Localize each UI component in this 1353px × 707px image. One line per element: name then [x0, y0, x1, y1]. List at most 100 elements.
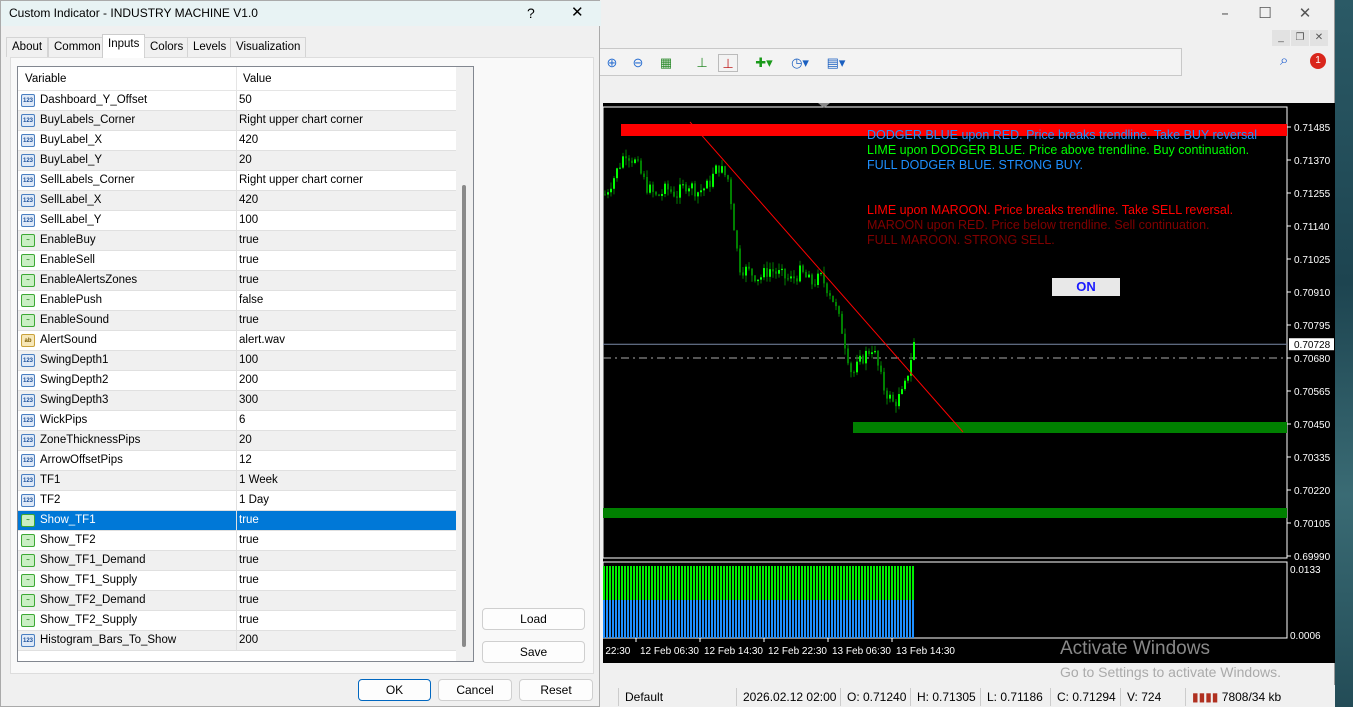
input-row[interactable]: 123 WickPips 6: [18, 411, 456, 431]
periods-clock-icon[interactable]: ◷▾: [790, 54, 810, 72]
input-row[interactable]: 123 SwingDepth3 300: [18, 391, 456, 411]
input-row[interactable]: ab AlertSound alert.wav: [18, 331, 456, 351]
help-button[interactable]: ?: [527, 1, 535, 25]
variable-name: Show_TF2_Demand: [40, 594, 146, 606]
dialog-close-button[interactable]: ✕: [571, 1, 584, 25]
search-icon[interactable]: ⌕: [1280, 52, 1288, 69]
variable-value[interactable]: false: [239, 291, 263, 310]
variable-value[interactable]: true: [239, 591, 259, 610]
load-button[interactable]: Load: [482, 608, 585, 630]
candle-body: [616, 168, 618, 179]
column-variable[interactable]: Variable: [25, 73, 66, 85]
variable-value[interactable]: 50: [239, 91, 252, 110]
mdi-restore-button[interactable]: ❐: [1291, 30, 1309, 46]
variable-value[interactable]: true: [239, 311, 259, 330]
candle-body: [763, 268, 765, 278]
input-row[interactable]: ~ Show_TF2 true: [18, 531, 456, 551]
variable-value[interactable]: 420: [239, 131, 258, 150]
add-indicator-icon[interactable]: ✚▾: [754, 54, 774, 72]
input-row[interactable]: 123 SellLabel_Y 100: [18, 211, 456, 231]
zoom-in-icon[interactable]: ⊕: [602, 54, 622, 72]
input-row[interactable]: ~ Show_TF2_Demand true: [18, 591, 456, 611]
variable-value[interactable]: true: [239, 551, 259, 570]
autoscroll-icon[interactable]: ⊥: [718, 54, 738, 72]
variable-value[interactable]: 6: [239, 411, 245, 430]
histogram-bar-top: [816, 566, 818, 600]
input-row[interactable]: ~ Show_TF1_Supply true: [18, 571, 456, 591]
input-row[interactable]: 123 Dashboard_Y_Offset 50: [18, 91, 456, 111]
chart-shift-icon[interactable]: ⊥: [692, 54, 712, 72]
input-row[interactable]: 123 SellLabels_Corner Right upper chart co…: [18, 171, 456, 191]
variable-value[interactable]: true: [239, 571, 259, 590]
mdi-close-button[interactable]: ✕: [1310, 30, 1328, 46]
reset-button[interactable]: Reset: [519, 679, 593, 701]
input-row[interactable]: ~ Show_TF2_Supply true: [18, 611, 456, 631]
variable-value[interactable]: 200: [239, 371, 258, 390]
variable-value[interactable]: 100: [239, 351, 258, 370]
input-row[interactable]: ~ Show_TF1 true: [18, 511, 456, 531]
notification-badge[interactable]: 1: [1310, 53, 1326, 69]
save-button[interactable]: Save: [482, 641, 585, 663]
input-row[interactable]: ~ EnableSell true: [18, 251, 456, 271]
variable-value[interactable]: true: [239, 251, 259, 270]
input-row[interactable]: 123 SwingDepth2 200: [18, 371, 456, 391]
input-row[interactable]: ~ EnableAlertsZones true: [18, 271, 456, 291]
candle-body: [766, 268, 768, 277]
tab-inputs[interactable]: Inputs: [102, 34, 146, 58]
variable-value[interactable]: 420: [239, 191, 258, 210]
tile-windows-icon[interactable]: ▦: [656, 54, 676, 72]
input-row[interactable]: ~ EnableSound true: [18, 311, 456, 331]
variable-value[interactable]: 1 Day: [239, 491, 269, 510]
variable-value[interactable]: true: [239, 231, 259, 250]
input-row[interactable]: 123 BuyLabel_X 420: [18, 131, 456, 151]
price-chart[interactable]: 0.71485 0.71370 0.71255 0.71140 0.71025 0.709…: [596, 103, 1335, 663]
input-row[interactable]: 123 TF1 1 Week: [18, 471, 456, 491]
variable-value[interactable]: true: [239, 611, 259, 630]
variable-value[interactable]: 20: [239, 431, 252, 450]
input-row[interactable]: ~ Show_TF1_Demand true: [18, 551, 456, 571]
variable-value[interactable]: alert.wav: [239, 331, 285, 350]
input-row[interactable]: ~ EnableBuy true: [18, 231, 456, 251]
tab-colors[interactable]: Colors: [144, 37, 190, 57]
close-window-button[interactable]: ✕: [1295, 4, 1315, 22]
input-row[interactable]: 123 ZoneThicknessPips 20: [18, 431, 456, 451]
input-row[interactable]: ~ EnablePush false: [18, 291, 456, 311]
input-row[interactable]: 123 TF2 1 Day: [18, 491, 456, 511]
minimize-button[interactable]: –: [1215, 4, 1235, 22]
variable-value[interactable]: 200: [239, 631, 258, 650]
input-row[interactable]: 123 ArrowOffsetPips 12: [18, 451, 456, 471]
variable-value[interactable]: Right upper chart corner: [239, 171, 363, 190]
cancel-button[interactable]: Cancel: [438, 679, 512, 701]
column-value[interactable]: Value: [243, 73, 272, 85]
maximize-button[interactable]: ☐: [1255, 4, 1275, 22]
input-row[interactable]: 123 BuyLabels_Corner Right upper chart cor…: [18, 111, 456, 131]
inputs-table: Variable Value 123 Dashboard_Y_Offset 50 12…: [17, 66, 474, 662]
tab-about[interactable]: About: [6, 37, 49, 57]
tab-visualization[interactable]: Visualization: [230, 37, 307, 57]
variable-value[interactable]: 300: [239, 391, 258, 410]
variable-value[interactable]: 12: [239, 451, 252, 470]
variable-value[interactable]: true: [239, 531, 259, 550]
variable-value[interactable]: true: [239, 511, 259, 530]
input-row[interactable]: 123 SellLabel_X 420: [18, 191, 456, 211]
templates-icon[interactable]: ▤▾: [826, 54, 846, 72]
candle-body: [646, 177, 648, 193]
variable-value[interactable]: 20: [239, 151, 252, 170]
scrollbar-thumb[interactable]: [462, 185, 466, 647]
tab-common[interactable]: Common: [48, 37, 107, 57]
on-toggle-button[interactable]: ON: [1052, 278, 1120, 296]
zoom-out-icon[interactable]: ⊖: [628, 54, 648, 72]
column-divider: [236, 611, 237, 631]
variable-value[interactable]: 100: [239, 211, 258, 230]
input-row[interactable]: 123 SwingDepth1 100: [18, 351, 456, 371]
mdi-minimize-button[interactable]: _: [1272, 30, 1290, 46]
input-row[interactable]: 123 BuyLabel_Y 20: [18, 151, 456, 171]
input-row[interactable]: 123 Histogram_Bars_To_Show 200: [18, 631, 456, 651]
histogram-bar-top: [798, 566, 800, 600]
ok-button[interactable]: OK: [358, 679, 431, 701]
table-scrollbar[interactable]: [456, 67, 473, 661]
tab-levels[interactable]: Levels: [187, 37, 233, 57]
variable-value[interactable]: 1 Week: [239, 471, 278, 490]
variable-value[interactable]: Right upper chart corner: [239, 111, 363, 130]
variable-value[interactable]: true: [239, 271, 259, 290]
